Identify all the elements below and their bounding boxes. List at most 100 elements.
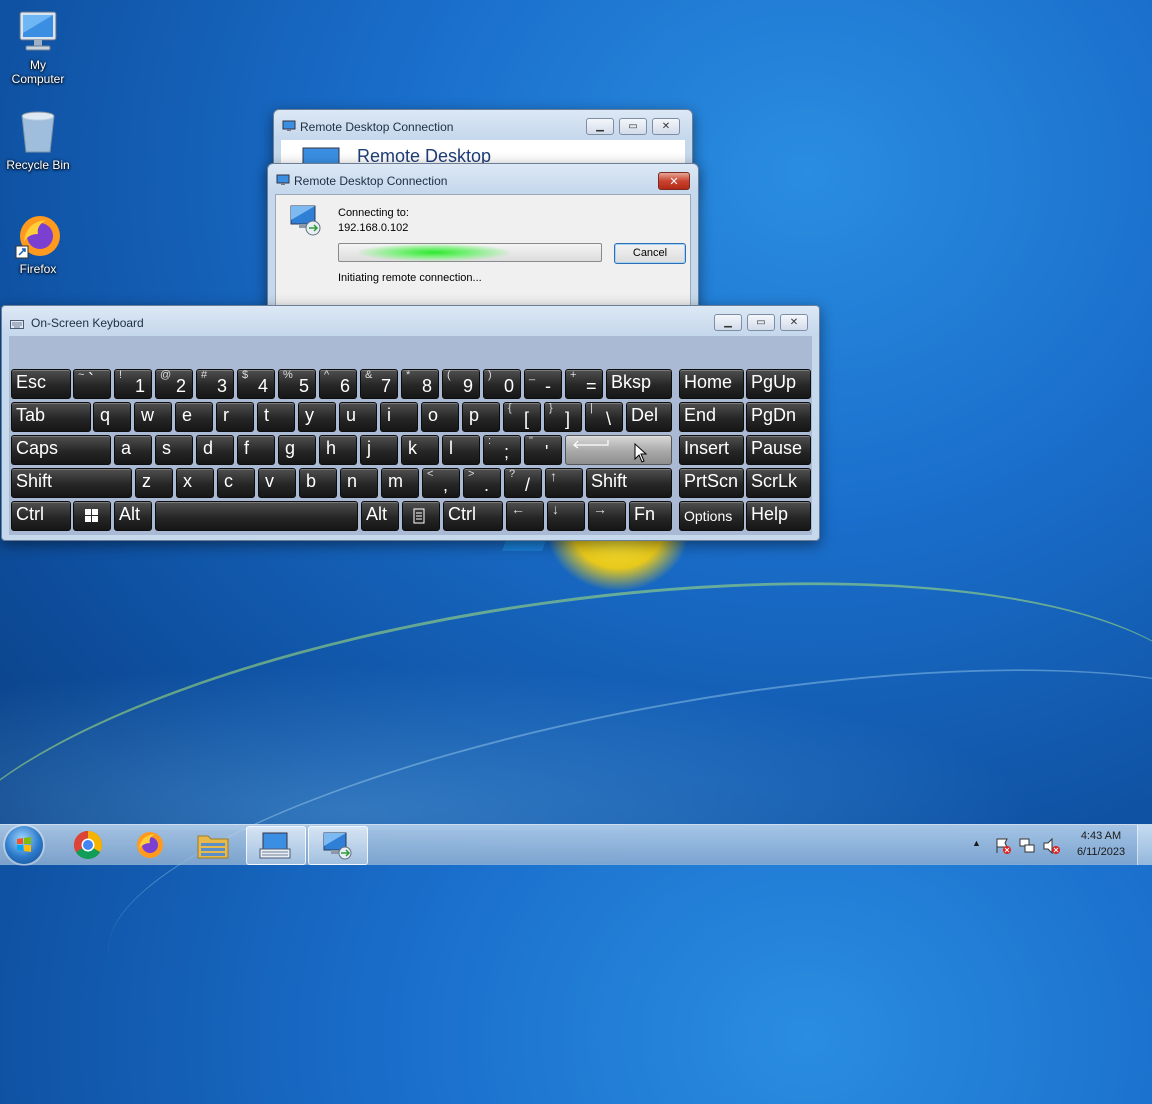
key-t[interactable]: t bbox=[257, 402, 295, 432]
key-esc[interactable]: Esc bbox=[11, 369, 71, 399]
help-button[interactable]: Help bbox=[746, 501, 811, 531]
key-alt-right[interactable]: Alt bbox=[361, 501, 399, 531]
key-7[interactable]: & 7 bbox=[360, 369, 398, 399]
key-home[interactable]: Home bbox=[679, 369, 744, 399]
action-center-flag-icon[interactable] bbox=[994, 837, 1012, 855]
tray-expand-icon[interactable]: ▲ bbox=[972, 838, 981, 848]
start-button[interactable] bbox=[5, 826, 43, 864]
taskbar-on-screen-keyboard[interactable] bbox=[246, 826, 306, 865]
network-icon[interactable] bbox=[1018, 837, 1036, 855]
maximize-button[interactable]: ▭ bbox=[747, 314, 775, 331]
close-button[interactable]: ✕ bbox=[780, 314, 808, 331]
minimize-button[interactable]: ▁ bbox=[714, 314, 742, 331]
close-button[interactable]: ✕ bbox=[658, 172, 690, 190]
key-k[interactable]: k bbox=[401, 435, 439, 465]
key-slash[interactable]: ? / bbox=[504, 468, 542, 498]
rdc-connecting-dialog[interactable]: Remote Desktop Connection ✕ Connecting t… bbox=[267, 163, 699, 310]
key-n[interactable]: n bbox=[340, 468, 378, 498]
key-j[interactable]: j bbox=[360, 435, 398, 465]
key-g[interactable]: g bbox=[278, 435, 316, 465]
minimize-button[interactable]: ▁ bbox=[586, 118, 614, 135]
key-6[interactable]: ^ 6 bbox=[319, 369, 357, 399]
key-pgup[interactable]: PgUp bbox=[746, 369, 811, 399]
key-arrow-up[interactable]: ↑ bbox=[545, 468, 583, 498]
key-e[interactable]: e bbox=[175, 402, 213, 432]
key-comma[interactable]: <, bbox=[422, 468, 460, 498]
key-b[interactable]: b bbox=[299, 468, 337, 498]
key-right-bracket[interactable]: }] bbox=[544, 402, 582, 432]
key-z[interactable]: z bbox=[135, 468, 173, 498]
key-end[interactable]: End bbox=[679, 402, 744, 432]
cancel-button[interactable]: Cancel bbox=[614, 243, 686, 264]
key-period[interactable]: >. bbox=[463, 468, 501, 498]
volume-muted-icon[interactable] bbox=[1042, 837, 1062, 855]
key-prtscn[interactable]: PrtScn bbox=[679, 468, 744, 498]
key-d[interactable]: d bbox=[196, 435, 234, 465]
key-arrow-right[interactable]: → bbox=[588, 501, 626, 531]
key-tab[interactable]: Tab bbox=[11, 402, 91, 432]
key-p[interactable]: p bbox=[462, 402, 500, 432]
taskbar-chrome[interactable] bbox=[60, 826, 118, 863]
key-3[interactable]: #3 bbox=[196, 369, 234, 399]
key-backslash[interactable]: | \ bbox=[585, 402, 623, 432]
key-scrlk[interactable]: ScrLk bbox=[746, 468, 811, 498]
key-s[interactable]: s bbox=[155, 435, 193, 465]
key-shift-left[interactable]: Shift bbox=[11, 468, 132, 498]
key-l[interactable]: l bbox=[442, 435, 480, 465]
taskbar-firefox[interactable] bbox=[122, 826, 180, 863]
key-u[interactable]: u bbox=[339, 402, 377, 432]
key-v[interactable]: v bbox=[258, 468, 296, 498]
key-windows[interactable] bbox=[73, 501, 111, 531]
key-arrow-down[interactable]: ↓ bbox=[547, 501, 585, 531]
key-caps[interactable]: Caps bbox=[11, 435, 111, 465]
key-quote[interactable]: " ' bbox=[524, 435, 562, 465]
key-w[interactable]: w bbox=[134, 402, 172, 432]
key-y[interactable]: y bbox=[298, 402, 336, 432]
key-left-bracket[interactable]: {[ bbox=[503, 402, 541, 432]
key-4[interactable]: $4 bbox=[237, 369, 275, 399]
key-a[interactable]: a bbox=[114, 435, 152, 465]
key-insert[interactable]: Insert bbox=[679, 435, 744, 465]
key-semicolon[interactable]: :; bbox=[483, 435, 521, 465]
key-fn[interactable]: Fn bbox=[629, 501, 672, 531]
key-c[interactable]: c bbox=[217, 468, 255, 498]
key-ctrl-left[interactable]: Ctrl bbox=[11, 501, 71, 531]
key-alt-left[interactable]: Alt bbox=[114, 501, 152, 531]
clock-time[interactable]: 4:43 AM bbox=[1068, 830, 1134, 842]
key-pgdn[interactable]: PgDn bbox=[746, 402, 811, 432]
on-screen-keyboard-window[interactable]: On-Screen Keyboard ▁ ▭ ✕ Esc ~ ` ! 1 @2 #3… bbox=[1, 305, 820, 541]
taskbar-remote-desktop[interactable] bbox=[308, 826, 368, 865]
key-i[interactable]: i bbox=[380, 402, 418, 432]
key-9[interactable]: (9 bbox=[442, 369, 480, 399]
clock-date[interactable]: 6/11/2023 bbox=[1068, 846, 1134, 858]
key-r[interactable]: r bbox=[216, 402, 254, 432]
key-minus[interactable]: _ - bbox=[524, 369, 562, 399]
key-del[interactable]: Del bbox=[626, 402, 672, 432]
maximize-button[interactable]: ▭ bbox=[619, 118, 647, 135]
show-desktop-button[interactable] bbox=[1137, 825, 1152, 865]
key-o[interactable]: o bbox=[421, 402, 459, 432]
key-2[interactable]: @2 bbox=[155, 369, 193, 399]
key-pause[interactable]: Pause bbox=[746, 435, 811, 465]
key-backspace[interactable]: Bksp bbox=[606, 369, 672, 399]
key-1[interactable]: ! 1 bbox=[114, 369, 152, 399]
key-shift-right[interactable]: Shift bbox=[586, 468, 672, 498]
key-ctrl-right[interactable]: Ctrl bbox=[443, 501, 503, 531]
desktop-icon-my-computer[interactable]: My Computer bbox=[0, 8, 76, 86]
key-q[interactable]: q bbox=[93, 402, 131, 432]
close-button[interactable]: ✕ bbox=[652, 118, 680, 135]
key-enter[interactable] bbox=[565, 435, 672, 465]
desktop-icon-firefox[interactable]: Firefox bbox=[0, 212, 76, 276]
taskbar-file-explorer[interactable] bbox=[184, 826, 242, 863]
desktop-icon-recycle-bin[interactable]: Recycle Bin bbox=[0, 108, 76, 172]
key-m[interactable]: m bbox=[381, 468, 419, 498]
key-equals[interactable]: + = bbox=[565, 369, 603, 399]
key-tilde[interactable]: ~ ` bbox=[73, 369, 111, 399]
key-5[interactable]: % 5 bbox=[278, 369, 316, 399]
key-menu[interactable] bbox=[402, 501, 440, 531]
key-x[interactable]: x bbox=[176, 468, 214, 498]
key-f[interactable]: f bbox=[237, 435, 275, 465]
options-button[interactable]: Options bbox=[679, 501, 744, 531]
key-arrow-left[interactable]: ← bbox=[506, 501, 544, 531]
key-0[interactable]: ) 0 bbox=[483, 369, 521, 399]
